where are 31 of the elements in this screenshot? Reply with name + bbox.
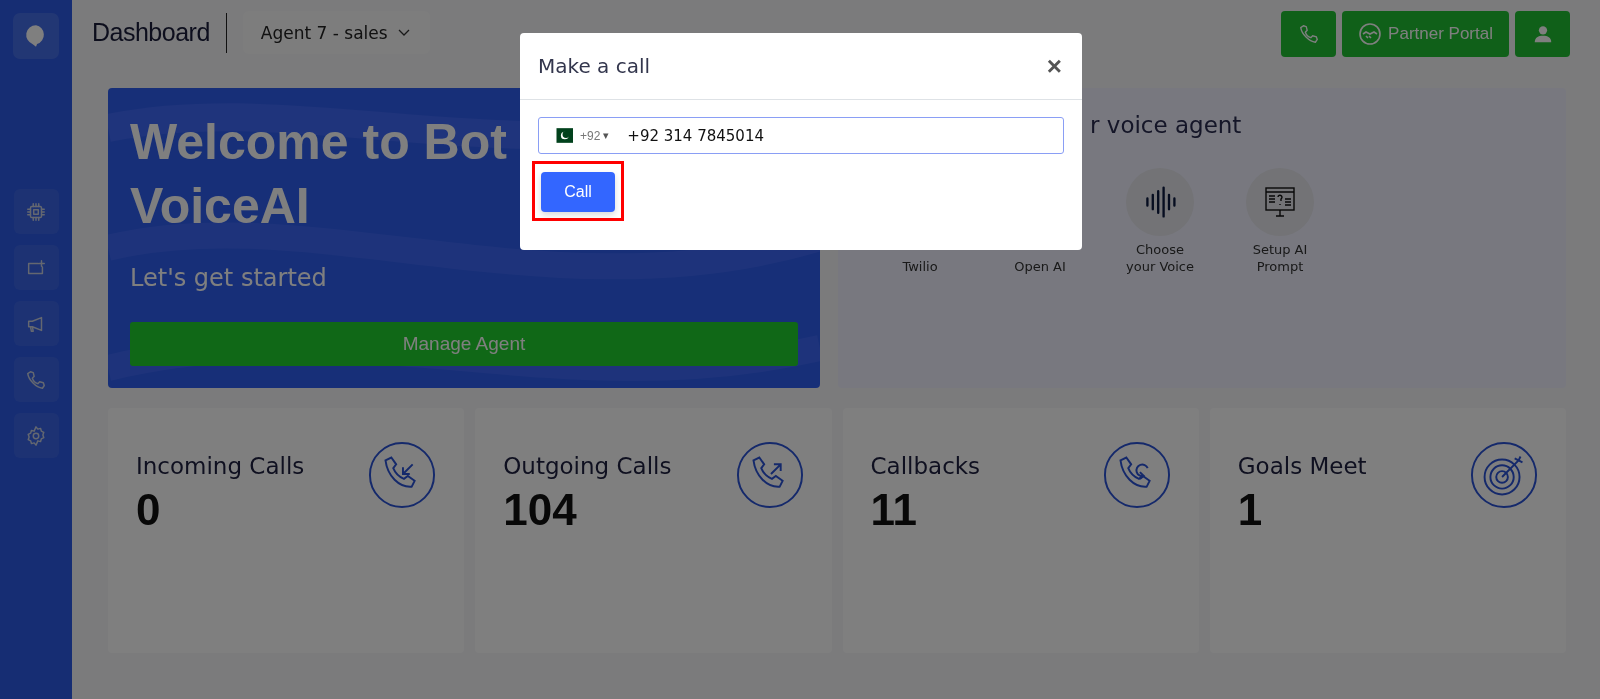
page-title: Dashboard [92,18,210,47]
stat-label: Outgoing Calls [503,453,672,479]
step-label: Setup AI Prompt [1251,241,1309,275]
phone-button[interactable] [1281,11,1337,57]
callback-icon [1102,441,1171,509]
chevron-down-icon [397,28,410,37]
stat-label: Callbacks [870,453,981,479]
step-label: Twilio [901,258,939,275]
step-label: Open AI [1013,258,1067,275]
handshake-icon [1358,22,1383,46]
stat-label: Incoming Calls [136,453,305,479]
phone-icon [1297,23,1320,45]
outgoing-call-icon [735,441,804,509]
welcome-subtitle: Let's get started [130,264,328,292]
stat-value: 0 [136,485,162,535]
country-code-dropdown[interactable]: +92 ▾ [539,118,616,153]
stat-value: 11 [870,485,918,535]
welcome-heading: Welcome to Bot [130,113,507,172]
call-button[interactable]: Call [541,172,615,212]
stat-value: 1 [1237,485,1264,535]
user-button[interactable] [1515,11,1570,57]
target-icon [1470,441,1538,509]
stat-value: 104 [503,485,578,535]
welcome-heading: VoiceAI [130,177,310,236]
incoming-call-icon [368,441,437,509]
dialog-title: Make a call [538,54,651,78]
stat-label: Goals Meet [1237,453,1367,479]
phone-input-field[interactable]: +92 ▾ +92 314 7845014 [538,117,1064,154]
close-button[interactable]: × [1044,53,1064,79]
step-label: Choose your Voice [1125,241,1195,275]
setup-heading: r voice agent [1090,112,1242,138]
